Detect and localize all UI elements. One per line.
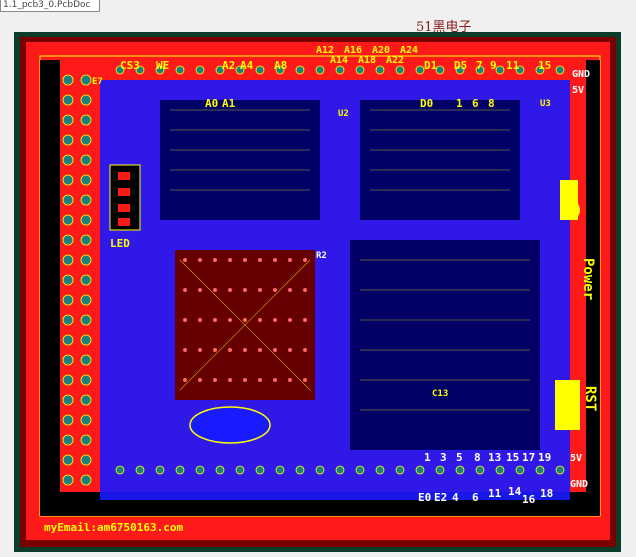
header-label-d5: D5 bbox=[454, 59, 468, 72]
chip-label-8: 8 bbox=[488, 97, 495, 110]
header-label-a4: A4 bbox=[240, 59, 254, 72]
chip-label-a0: A0 bbox=[205, 97, 219, 110]
bottom-label-4: 4 bbox=[452, 491, 459, 504]
header-label-we: WE bbox=[156, 59, 170, 72]
bottom-label-1: 1 bbox=[424, 451, 431, 464]
bottom-header-pads bbox=[115, 465, 565, 475]
bottom-label-16: 16 bbox=[522, 493, 536, 506]
ref-r55: R2 bbox=[316, 251, 327, 261]
header-label-a22: A22 bbox=[386, 55, 405, 66]
led-block bbox=[109, 164, 141, 231]
chip-label-d0: D0 bbox=[420, 97, 434, 110]
chip-label-1: 1 bbox=[456, 97, 463, 110]
bottom-label-19: 19 bbox=[538, 451, 552, 464]
top-header-pads bbox=[115, 65, 565, 75]
bottom-label-5: 5 bbox=[456, 451, 463, 464]
bottom-label-18: 18 bbox=[540, 487, 554, 500]
email-label: myEmail:am6750163.com bbox=[44, 521, 184, 534]
bottom-label-3: 3 bbox=[440, 451, 447, 464]
chip-label-6: 6 bbox=[472, 97, 479, 110]
header-label-a2: A2 bbox=[222, 59, 236, 72]
bottom-label-e0: E0 bbox=[418, 491, 432, 504]
ref-u3: U3 bbox=[540, 99, 551, 109]
electrolytic-cap bbox=[560, 200, 580, 220]
right-ic-area bbox=[350, 240, 540, 450]
header-label-a8: A8 bbox=[274, 59, 288, 72]
bottom-label-17: 17 bbox=[522, 451, 536, 464]
bottom-label-11: 11 bbox=[488, 487, 502, 500]
rst-button-pad bbox=[555, 380, 580, 430]
header-label-7: 7 bbox=[476, 59, 483, 72]
label-power: Power bbox=[580, 258, 596, 301]
label-gnd-top: GND bbox=[572, 69, 591, 80]
chip-label-a1: A1 bbox=[222, 97, 236, 110]
ref-u2: U2 bbox=[338, 109, 349, 119]
sdram-area-left bbox=[160, 100, 320, 220]
bottom-label-14: 14 bbox=[508, 485, 522, 498]
ref-e7: E7 bbox=[92, 77, 103, 87]
label-5v-bottom: 5V bbox=[570, 453, 583, 464]
header-label-15: 15 bbox=[538, 59, 552, 72]
left-keepout bbox=[40, 60, 60, 510]
bottom-label-8: 8 bbox=[474, 451, 481, 464]
header-label-cs3: CS3 bbox=[120, 59, 140, 72]
label-gnd-bottom: GND bbox=[570, 479, 589, 490]
sdram-area-right bbox=[360, 100, 520, 220]
header-label-a14: A14 bbox=[330, 55, 349, 66]
label-rst: RST bbox=[582, 386, 598, 412]
header-label-a24: A24 bbox=[400, 45, 419, 56]
ref-c13: C13 bbox=[432, 389, 449, 399]
header-label-11: 11 bbox=[506, 59, 520, 72]
bottom-label-6: 6 bbox=[472, 491, 479, 504]
label-5v-top: 5V bbox=[572, 85, 585, 96]
crystal-oscillator bbox=[189, 406, 271, 444]
header-label-9: 9 bbox=[490, 59, 497, 72]
header-label-a18: A18 bbox=[358, 55, 377, 66]
bottom-label-e2: E2 bbox=[434, 491, 448, 504]
header-label-d1: D1 bbox=[424, 59, 438, 72]
label-led: LED bbox=[110, 237, 130, 250]
bottom-label-13: 13 bbox=[488, 451, 502, 464]
bottom-label-15: 15 bbox=[506, 451, 520, 464]
